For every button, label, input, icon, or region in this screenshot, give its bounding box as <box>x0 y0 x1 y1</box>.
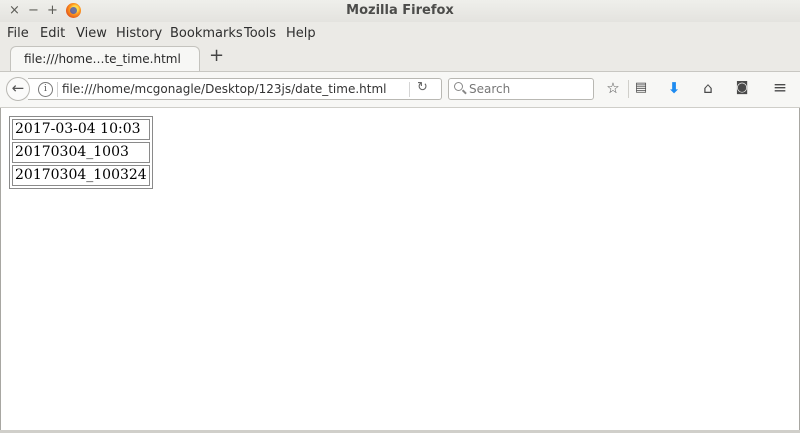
table-row: 20170304_1003 <box>12 142 150 163</box>
url-bar[interactable]: i file:///home/mcgonagle/Desktop/123js/d… <box>28 78 442 100</box>
search-input[interactable] <box>469 81 589 97</box>
menu-help[interactable]: Help <box>286 26 316 42</box>
search-box[interactable] <box>448 78 594 100</box>
hamburger-menu-icon[interactable]: ≡ <box>771 79 789 97</box>
menu-file[interactable]: File <box>7 26 29 42</box>
home-icon[interactable]: ⌂ <box>699 79 717 97</box>
tab-strip: file:///home…te_time.html <box>0 44 800 72</box>
page-content: 2017-03-04 10:03 20170304_1003 20170304_… <box>0 108 800 430</box>
tab-label: file:///home…te_time.html <box>24 52 181 66</box>
toolbar-divider <box>628 80 629 98</box>
tab-date-time[interactable]: file:///home…te_time.html <box>10 46 200 71</box>
table-row: 2017-03-04 10:03 <box>12 119 150 140</box>
table-cell: 20170304_100324 <box>12 165 150 186</box>
search-icon <box>454 82 463 91</box>
downloads-icon[interactable]: ⬇ <box>665 79 683 97</box>
url-divider <box>57 82 58 97</box>
back-arrow-icon[interactable]: ← <box>6 77 30 101</box>
menu-tools[interactable]: Tools <box>244 26 276 42</box>
menu-bookmarks[interactable]: Bookmarks <box>170 26 243 42</box>
date-time-table: 2017-03-04 10:03 20170304_1003 20170304_… <box>9 116 153 189</box>
pocket-icon[interactable]: ◙ <box>733 79 751 97</box>
url-text[interactable]: file:///home/mcgonagle/Desktop/123js/dat… <box>62 82 386 96</box>
table-cell: 20170304_1003 <box>12 142 150 163</box>
window-title: Mozilla Firefox <box>346 3 454 18</box>
new-tab-button[interactable]: + <box>209 46 224 66</box>
menu-history[interactable]: History <box>116 26 162 42</box>
table-cell: 2017-03-04 10:03 <box>12 119 150 140</box>
reading-list-icon[interactable]: ▤ <box>632 79 650 97</box>
bookmark-star-icon[interactable]: ☆ <box>604 79 622 97</box>
menu-edit[interactable]: Edit <box>40 26 65 42</box>
url-divider <box>409 82 410 97</box>
info-icon[interactable]: i <box>38 82 53 97</box>
menu-bar: File Edit View History Bookmarks Tools H… <box>0 22 800 44</box>
title-bar: × − + Mozilla Firefox <box>0 0 800 23</box>
menu-view[interactable]: View <box>76 26 107 42</box>
table-row: 20170304_100324 <box>12 165 150 186</box>
reload-icon[interactable]: ↻ <box>417 80 428 95</box>
